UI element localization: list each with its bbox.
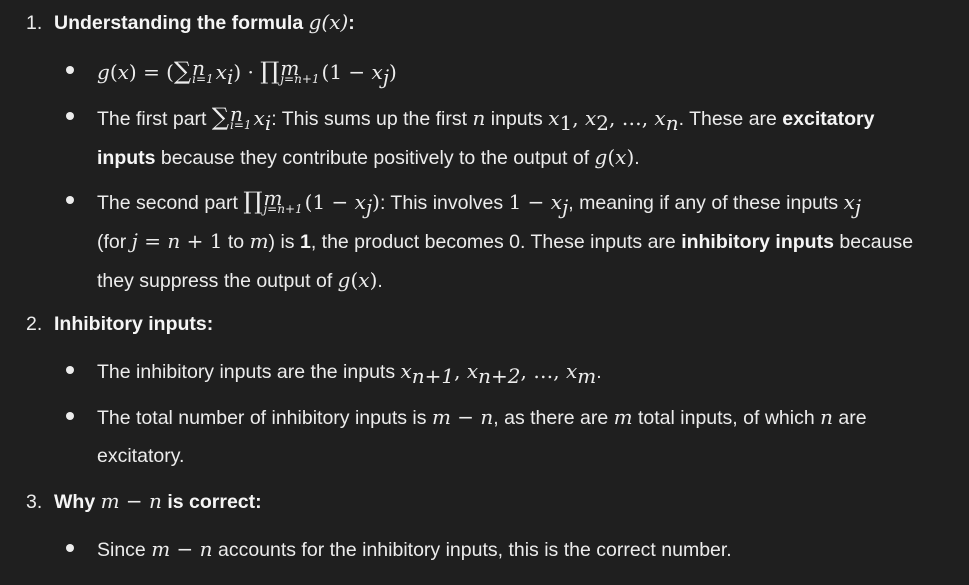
bullet-dot	[66, 66, 74, 74]
bullet-dot	[66, 544, 74, 552]
heading-math: g(x)	[308, 10, 349, 34]
list-item-1-heading: 1. Understanding the formula g(x):	[26, 3, 355, 42]
list-item-text: The total number of inhibitory inputs is…	[97, 405, 867, 467]
formula-line: g(x) = (∑ n i=1 xi) · ∏ m j=n+1 (1 − xj)	[97, 52, 967, 92]
list-item-text: The second part ∏ m j=n+1 (1 − xj): This in…	[97, 185, 914, 292]
bullet-dot	[66, 412, 74, 420]
document: 1. Understanding the formula g(x): g(x) =…	[0, 0, 969, 585]
list-number: 3.	[26, 491, 43, 513]
list-number: 1.	[26, 12, 43, 34]
list-item-text: The inhibitory inputs are the inputs xn+…	[97, 359, 602, 388]
heading-suffix: :	[348, 12, 355, 34]
list-item-text: Since m − n accounts for the inhibitory …	[97, 537, 732, 561]
heading-prefix: Why	[54, 491, 96, 513]
list-item-text: The first part ∑ n i=1 xi: This sums up the…	[97, 101, 875, 169]
list-number: 2.	[26, 313, 43, 335]
heading-text: Understanding the formula	[54, 12, 304, 34]
heading-text: Inhibitory inputs:	[54, 313, 214, 335]
bullet-dot	[66, 366, 74, 374]
heading-math: m − n	[100, 489, 162, 513]
heading-suffix: is correct:	[167, 491, 262, 513]
list-item-2-heading: 2. Inhibitory inputs:	[26, 305, 213, 343]
bullet-dot	[66, 112, 74, 120]
bullet-dot	[66, 196, 74, 204]
formula-display: g(x) = (∑ n i=1 xi) · ∏ m j=n+1 (1 − xj)	[97, 55, 397, 89]
list-item-3-heading: 3. Why m − n is correct:	[26, 482, 262, 521]
